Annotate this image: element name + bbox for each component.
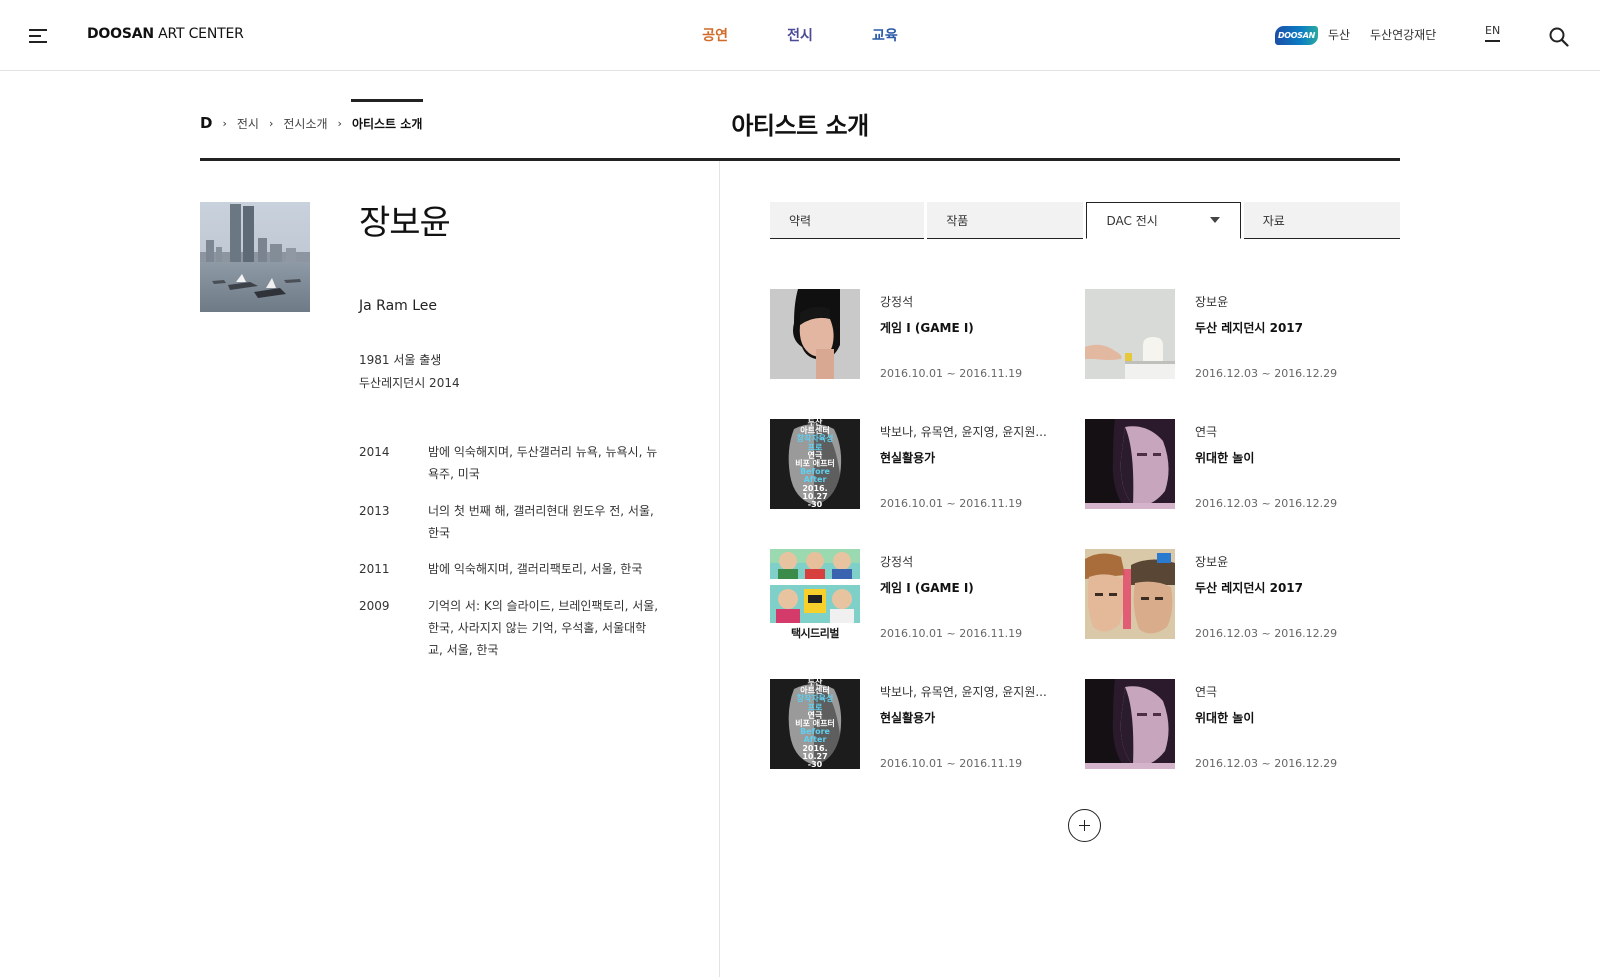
page-title: 아티스트 소개 xyxy=(731,112,869,140)
history-text: 기억의 서: K의 슬라이드, 브레인팩토리, 서울, 한국, 사라지지 않는 … xyxy=(428,599,659,657)
card-date: 2016.12.03 ~ 2016.12.29 xyxy=(1195,627,1338,640)
card-category: 장보윤 xyxy=(1195,555,1229,569)
exhibition-card[interactable]: 택시드리벌 강정석 게임 I (GAME I) 2016.10.01 ~ 201… xyxy=(770,549,1070,640)
nav-item-exhibition[interactable]: 전시 xyxy=(787,25,813,45)
card-category: 장보윤 xyxy=(1195,295,1229,309)
history-row: 2013 너의 첫 번째 해, 갤러리현대 윈도우 전, 서울, 한국 xyxy=(359,500,659,544)
artist-bio-birth: 1981 서울 출생 xyxy=(359,353,442,367)
history-year: 2013 xyxy=(359,504,390,518)
site-header: DOOSAN ART CENTER 공연 전시 교육 DOOSAN 두산 두산연… xyxy=(0,0,1600,71)
doosan-logo-badge[interactable]: DOOSAN xyxy=(1275,26,1318,45)
history-text: 밤에 익숙해지며, 갤러리팩토리, 서울, 한국 xyxy=(428,562,643,576)
card-thumbnail: 두산 아트센터 창작자육성 프로 연극 비포 애프터 Before After 2016. 10.… xyxy=(770,679,860,769)
exhibition-card[interactable]: 두산 아트센터 창작자육성 프로 연극 비포 애프터 Before After 2016. 10.… xyxy=(770,419,1070,510)
language-toggle[interactable]: EN xyxy=(1485,24,1501,42)
tab-materials[interactable]: 자료 xyxy=(1243,202,1400,239)
poster-text-line: -30 xyxy=(807,500,823,509)
poster-title: 택시드리벌 xyxy=(790,627,840,639)
tab-label: 작품 xyxy=(946,214,969,228)
poster-text: 두산 아트센터 창작자육성 프로 연극 비포 애프터 Before After 2016. 10.… xyxy=(770,679,860,769)
search-icon[interactable] xyxy=(1549,27,1569,47)
tab-works[interactable]: 작품 xyxy=(927,202,1084,239)
load-more-button[interactable] xyxy=(1068,809,1101,842)
card-category: 연극 xyxy=(1195,425,1218,439)
artist-bio-residency: 두산레지던시 2014 xyxy=(359,376,460,390)
card-thumbnail xyxy=(1085,679,1175,769)
plus-icon xyxy=(1084,820,1085,831)
artist-name-en: Ja Ram Lee xyxy=(359,298,438,314)
card-thumbnail: 두산 아트센터 창작자육성 프로 연극 비포 애프터 Before After 2016. 10.… xyxy=(770,419,860,509)
history-text: 밤에 익숙해지며, 두산갤러리 뉴욕, 뉴욕시, 뉴욕주, 미국 xyxy=(428,445,658,481)
logo-bold-text: DOOSAN xyxy=(87,26,154,42)
card-thumbnail: 택시드리벌 xyxy=(770,549,860,639)
card-title: 게임 I (GAME I) xyxy=(880,321,974,335)
card-date: 2016.10.01 ~ 2016.11.19 xyxy=(880,367,1023,380)
history-row: 2014 밤에 익숙해지며, 두산갤러리 뉴욕, 뉴욕시, 뉴욕주, 미국 xyxy=(359,441,659,485)
tab-label: 약력 xyxy=(789,214,812,228)
history-year: 2009 xyxy=(359,599,390,613)
card-title: 두산 레지던시 2017 xyxy=(1195,321,1303,335)
card-date: 2016.12.03 ~ 2016.12.29 xyxy=(1195,757,1338,770)
logo-rest-text: ART CENTER xyxy=(153,26,244,42)
tab-dac-exhibition[interactable]: DAC 전시 xyxy=(1086,202,1241,239)
card-thumbnail xyxy=(770,289,860,379)
util-link-foundation[interactable]: 두산연강재단 xyxy=(1370,26,1436,43)
card-category: 강정석 xyxy=(880,295,914,309)
poster-text-line: -30 xyxy=(807,760,823,769)
card-date: 2016.10.01 ~ 2016.11.19 xyxy=(880,757,1023,770)
card-title: 현실활용가 xyxy=(880,711,936,725)
card-category: 연극 xyxy=(1195,685,1218,699)
history-text: 너의 첫 번째 해, 갤러리현대 윈도우 전, 서울, 한국 xyxy=(428,504,654,540)
card-title: 위대한 놀이 xyxy=(1195,711,1255,725)
card-date: 2016.12.03 ~ 2016.12.29 xyxy=(1195,497,1338,510)
exhibition-card[interactable]: 연극 위대한 놀이 2016.12.03 ~ 2016.12.29 xyxy=(1085,679,1385,770)
exhibition-card[interactable]: 장보윤 두산 레지던시 2017 2016.12.03 ~ 2016.12.29 xyxy=(1085,549,1385,640)
card-category: 박보나, 유목연, 윤지영, 윤지원... xyxy=(880,425,1047,439)
card-title: 현실활용가 xyxy=(880,451,936,465)
card-date: 2016.10.01 ~ 2016.11.19 xyxy=(880,497,1023,510)
site-logo[interactable]: DOOSAN ART CENTER xyxy=(87,26,244,42)
title-divider xyxy=(200,158,1400,161)
nav-item-performance[interactable]: 공연 xyxy=(702,25,728,45)
history-year: 2014 xyxy=(359,445,390,459)
tab-label: 자료 xyxy=(1262,214,1285,228)
card-date: 2016.10.01 ~ 2016.11.19 xyxy=(880,627,1023,640)
card-title: 게임 I (GAME I) xyxy=(880,581,974,595)
column-divider xyxy=(719,161,720,977)
util-link-doosan[interactable]: 두산 xyxy=(1328,26,1350,43)
card-thumbnail xyxy=(1085,289,1175,379)
artist-photo xyxy=(200,202,310,312)
artist-name-ko: 장보윤 xyxy=(359,203,451,243)
history-row: 2011 밤에 익숙해지며, 갤러리팩토리, 서울, 한국 xyxy=(359,558,659,580)
tab-label: DAC 전시 xyxy=(1106,214,1158,228)
tab-biography[interactable]: 약력 xyxy=(770,202,925,239)
exhibition-card[interactable]: 장보윤 두산 레지던시 2017 2016.12.03 ~ 2016.12.29 xyxy=(1085,289,1385,380)
exhibition-card[interactable]: 강정석 게임 I (GAME I) 2016.10.01 ~ 2016.11.1… xyxy=(770,289,1070,380)
card-category: 강정석 xyxy=(880,555,914,569)
poster-text: 두산 아트센터 창작자육성 프로 연극 비포 애프터 Before After 2016. 10.… xyxy=(770,419,860,509)
card-thumbnail xyxy=(1085,419,1175,509)
exhibition-card[interactable]: 두산 아트센터 창작자육성 프로 연극 비포 애프터 Before After 2016. 10.… xyxy=(770,679,1070,770)
card-date: 2016.12.03 ~ 2016.12.29 xyxy=(1195,367,1338,380)
card-title: 두산 레지던시 2017 xyxy=(1195,581,1303,595)
card-title: 위대한 놀이 xyxy=(1195,451,1255,465)
menu-icon[interactable] xyxy=(29,28,49,44)
history-year: 2011 xyxy=(359,562,390,576)
exhibition-card[interactable]: 연극 위대한 놀이 2016.12.03 ~ 2016.12.29 xyxy=(1085,419,1385,510)
artist-tabs: 약력 작품 DAC 전시 자료 xyxy=(770,202,1400,239)
card-thumbnail xyxy=(1085,549,1175,639)
card-category: 박보나, 유목연, 윤지영, 윤지원... xyxy=(880,685,1047,699)
caret-down-icon xyxy=(1209,217,1220,223)
history-row: 2009 기억의 서: K의 슬라이드, 브레인팩토리, 서울, 한국, 사라지… xyxy=(359,595,659,661)
nav-item-education[interactable]: 교육 xyxy=(872,25,898,45)
